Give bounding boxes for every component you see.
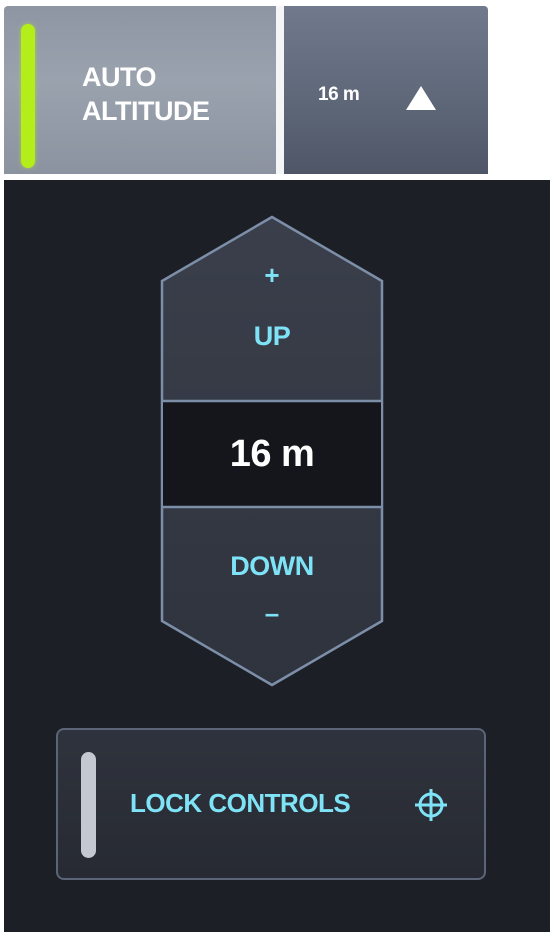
caret-up-icon <box>406 86 436 110</box>
plus-icon: + <box>264 260 280 290</box>
altitude-up-label: UP <box>253 321 291 351</box>
auto-altitude-button[interactable]: AUTO ALTITUDE <box>4 6 276 174</box>
altitude-down-label: DOWN <box>230 551 314 581</box>
altitude-control-widget: AUTO ALTITUDE 16 m + UP 16 m DOWN – LOCK… <box>0 0 555 938</box>
crosshair-icon <box>415 789 447 821</box>
minus-icon: – <box>264 598 280 628</box>
auto-altitude-status-indicator <box>21 24 35 168</box>
lock-controls-label: LOCK CONTROLS <box>130 788 351 818</box>
lock-controls-status-indicator <box>81 752 96 858</box>
top-bar-divider <box>276 6 284 174</box>
altitude-panel: + UP 16 m DOWN – LOCK CONTROLS <box>4 180 550 932</box>
altitude-down-button[interactable]: DOWN – <box>160 508 384 687</box>
auto-altitude-label-line2: ALTITUDE <box>82 96 210 126</box>
altitude-stepper: + UP 16 m DOWN – <box>160 215 384 687</box>
altitude-dropdown-value: 16 m <box>318 84 360 105</box>
auto-altitude-label: AUTO ALTITUDE <box>82 60 252 128</box>
altitude-value-display: 16 m <box>229 433 315 475</box>
lock-controls-button[interactable]: LOCK CONTROLS <box>56 728 486 880</box>
altitude-dropdown[interactable]: 16 m <box>284 6 488 174</box>
altitude-up-button[interactable]: + UP <box>160 215 384 400</box>
auto-altitude-label-line1: AUTO <box>82 62 157 92</box>
